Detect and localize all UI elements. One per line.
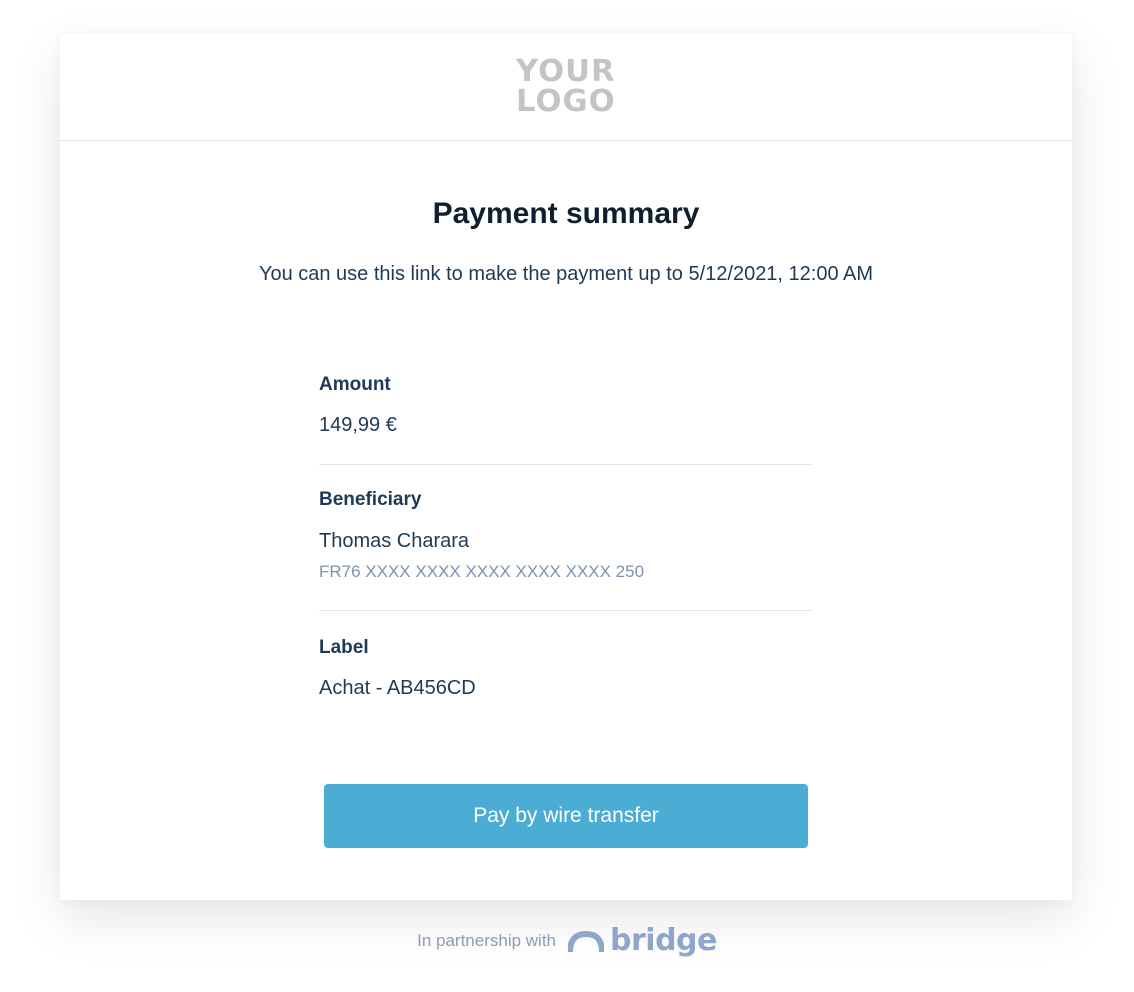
beneficiary-iban: FR76 XXXX XXXX XXXX XXXX XXXX 250 [319,562,645,581]
payment-card: YOUR LOGO Payment summary You can use th… [60,34,1072,900]
payment-label-value: Achat - AB456CD [319,677,476,699]
bridge-arch-icon [568,930,605,953]
amount-value: 149,99 € [319,414,397,436]
payment-details: Amount 149,99 € Beneficiary Thomas Chara… [319,370,812,700]
bridge-wordmark: bridge [610,923,717,958]
bridge-logo: bridge [568,926,717,956]
amount-label: Amount [319,374,391,395]
payment-deadline-text: You can use this link to make the paymen… [258,263,874,285]
payment-label-heading: Label [319,637,369,658]
partnership-text: In partnership with [417,931,557,950]
page: YOUR LOGO Payment summary You can use th… [0,0,1134,992]
footer: In partnership with bridge [0,926,1134,956]
company-logo: YOUR LOGO [516,54,616,119]
label-section: Label Achat - AB456CD [319,611,812,700]
beneficiary-label: Beneficiary [319,489,422,510]
logo-text-line-2: LOGO [516,84,616,119]
amount-section: Amount 149,99 € [319,370,812,465]
beneficiary-section: Beneficiary Thomas Charara FR76 XXXX XXX… [319,465,812,611]
beneficiary-name: Thomas Charara [319,530,470,552]
logo-text-line-1: YOUR [516,54,616,89]
pay-by-wire-transfer-button[interactable]: Pay by wire transfer [324,784,808,848]
page-title: Payment summary [432,197,700,230]
card-header: YOUR LOGO [60,34,1072,141]
